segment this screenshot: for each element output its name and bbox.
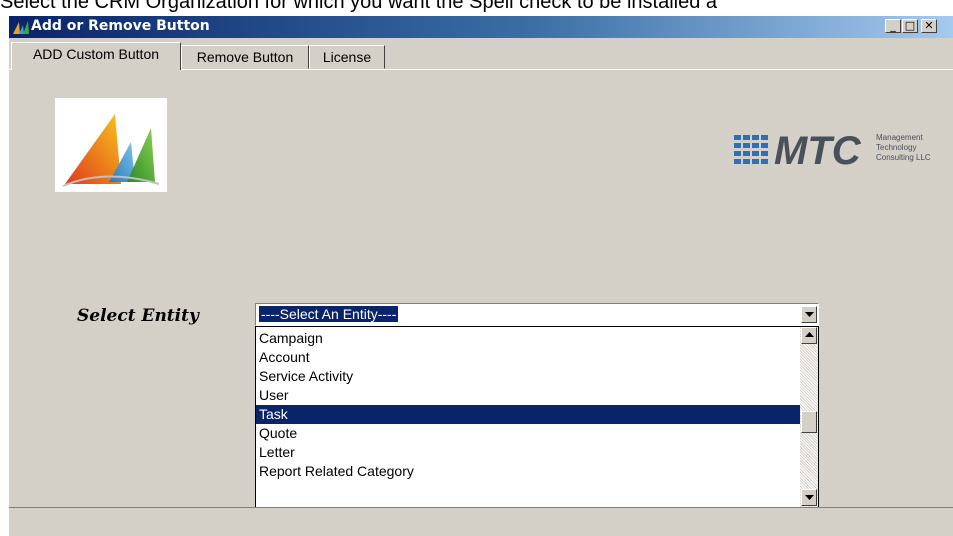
entity-combobox[interactable]: ----Select An Entity---- [255,303,819,326]
mtc-logo-text: MTC [774,129,861,173]
scroll-thumb[interactable] [801,411,817,433]
mtc-tagline-line: Technology [876,143,917,152]
list-item-service-activity[interactable]: Service Activity [256,367,803,386]
scroll-down-button[interactable] [801,489,817,506]
list-item-campaign[interactable]: Campaign [256,329,803,348]
dynamics-app-icon [13,21,29,34]
window-title: Add or Remove Button [31,18,210,34]
minimize-button[interactable]: _ [885,19,901,33]
tab-license[interactable]: License [309,45,385,69]
combobox-selected-value: ----Select An Entity---- [259,306,399,322]
title-bar[interactable]: Add or Remove Button _ □ ✕ [9,16,953,38]
tab-add-custom-button[interactable]: ADD Custom Button [11,42,181,70]
list-item-user[interactable]: User [256,386,803,405]
list-item-quote[interactable]: Quote [256,424,803,443]
tutorial-caption: Select the CRM Organization for which yo… [0,0,718,13]
mtc-tagline-line: Consulting LLC [876,153,931,162]
tab-remove-button[interactable]: Remove Button [181,45,309,69]
scroll-up-button[interactable] [801,327,817,344]
list-item-task[interactable]: Task [256,405,800,424]
triangle-down-icon [804,312,814,317]
mtc-logo: MTC Management Technology Consulting LLC [734,125,953,175]
app-window: Add or Remove Button _ □ ✕ ADD Custom Bu… [8,16,953,536]
mtc-dots-icon [734,135,768,164]
list-item-account[interactable]: Account [256,348,803,367]
dynamics-crm-logo-icon [55,98,167,192]
mtc-tagline-line: Management [876,133,923,142]
triangle-up-icon [804,332,814,337]
select-entity-label: Select Entity [77,306,199,326]
list-item-letter[interactable]: Letter [256,443,803,462]
tab-panel: MTC Management Technology Consulting LLC… [9,69,953,509]
maximize-button[interactable]: □ [902,19,918,33]
list-item-report-related-category[interactable]: Report Related Category [256,462,803,481]
entity-dropdown-list[interactable]: Campaign Account Service Activity User T… [255,326,819,509]
list-scrollbar[interactable] [800,327,818,508]
status-bar [9,507,953,536]
close-button[interactable]: ✕ [921,19,937,33]
dropdown-button[interactable] [801,306,817,323]
triangle-down-icon [804,495,814,500]
